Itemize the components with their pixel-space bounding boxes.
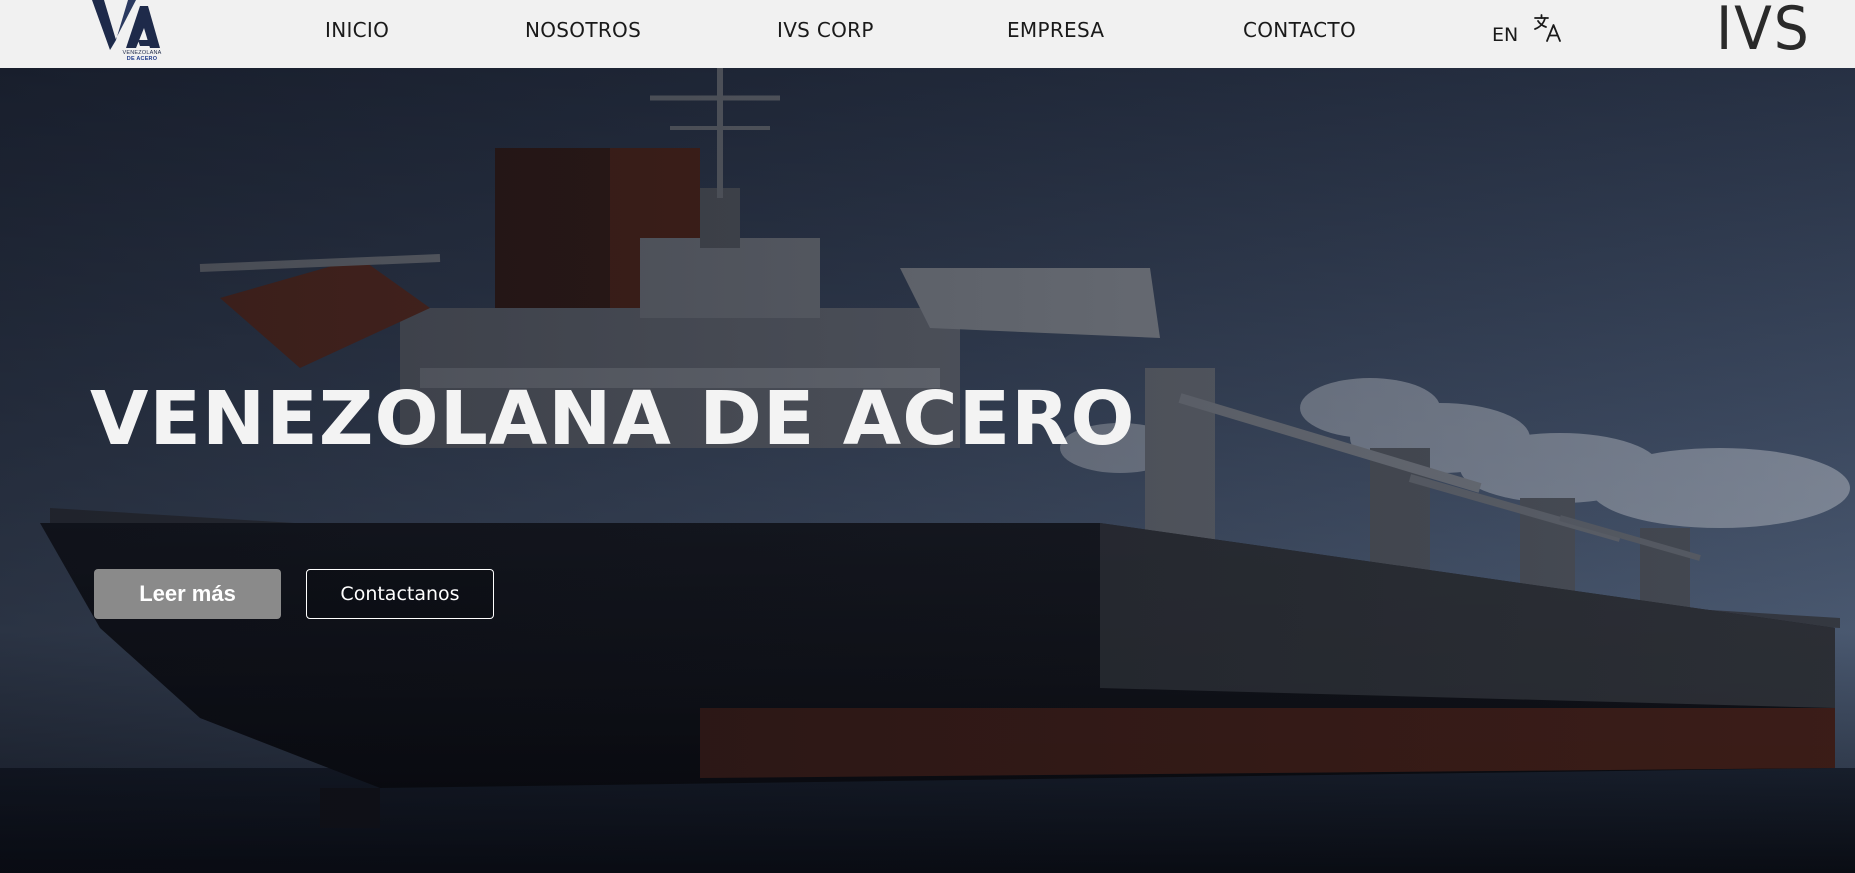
translate-icon[interactable]	[1532, 12, 1564, 44]
hero-section: VENEZOLANA DE ACERO Leer más Contactanos	[0, 68, 1855, 873]
nav-inicio[interactable]: INICIO	[325, 18, 389, 42]
language-selector[interactable]: EN	[1492, 24, 1518, 46]
nav-nosotros[interactable]: NOSOTROS	[525, 18, 641, 42]
logo-subtitle: VENEZOLANA DE ACERO	[122, 50, 162, 62]
hero-title: VENEZOLANA DE ACERO	[90, 376, 1136, 462]
nav-contacto[interactable]: CONTACTO	[1243, 18, 1356, 42]
contact-button[interactable]: Contactanos	[306, 569, 494, 619]
top-navbar: VENEZOLANA DE ACERO INICIO NOSOTROS IVS …	[0, 0, 1855, 68]
read-more-button[interactable]: Leer más	[94, 569, 281, 619]
nav-empresa[interactable]: EMPRESA	[1007, 18, 1104, 42]
company-logo[interactable]: VENEZOLANA DE ACERO	[92, 0, 164, 66]
brand-logo[interactable]: IVS	[1716, 0, 1811, 64]
hero-overlay	[0, 68, 1855, 873]
nav-ivs-corp[interactable]: IVS CORP	[777, 18, 874, 42]
